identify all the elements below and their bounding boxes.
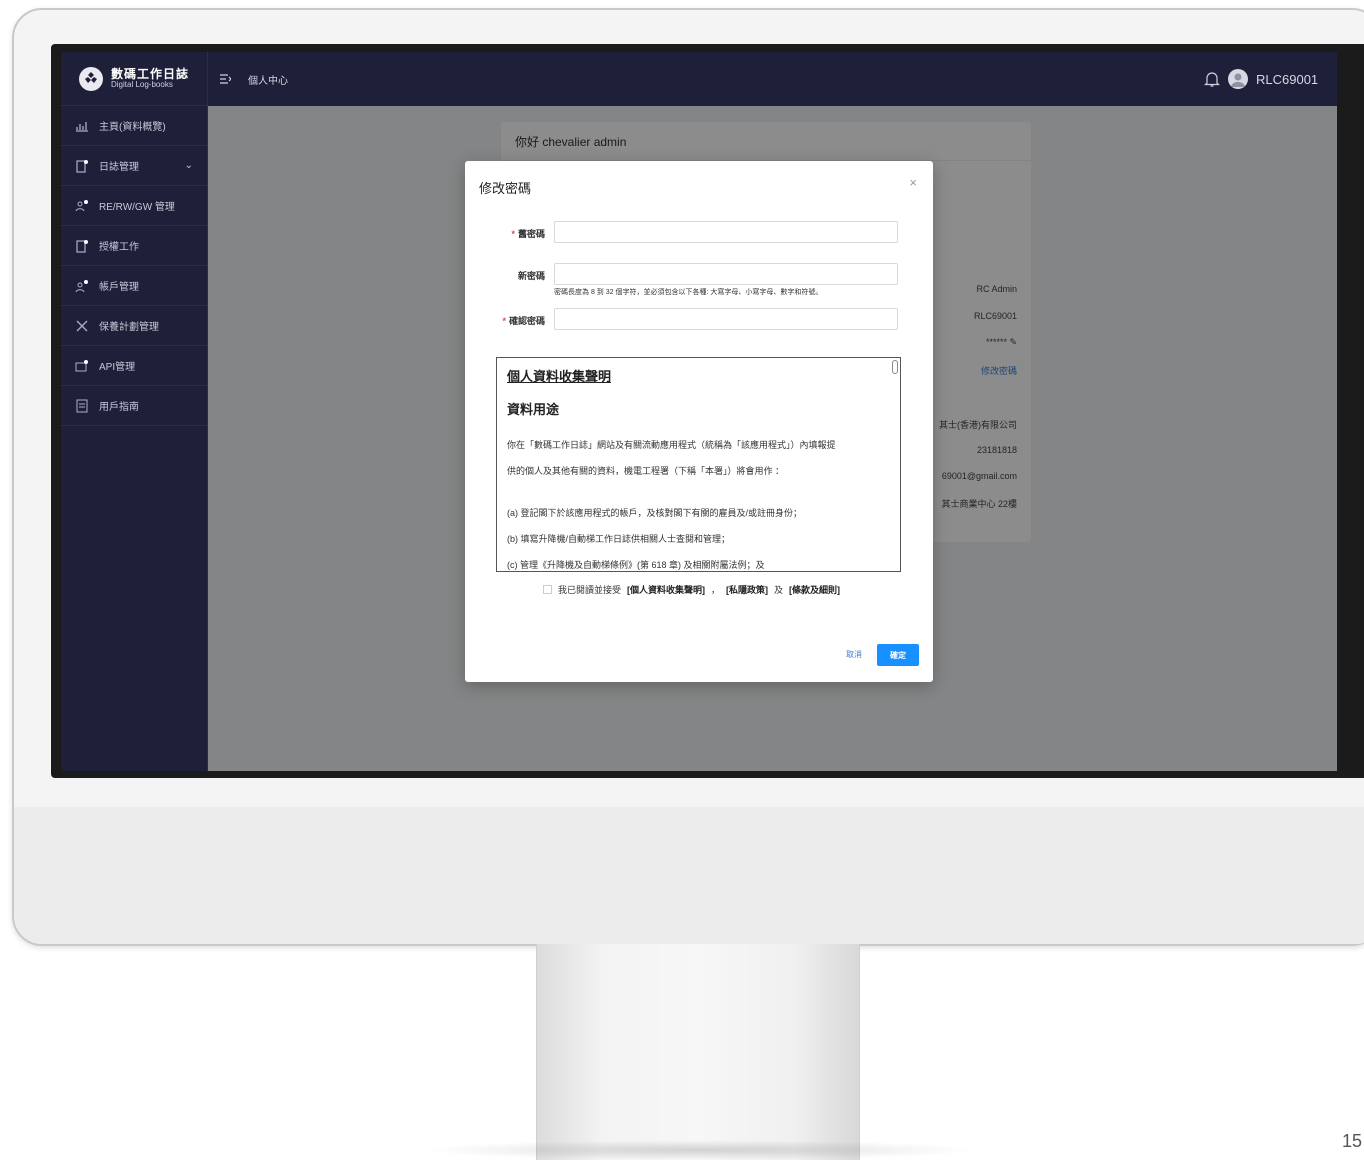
sidebar: 數碼工作日誌 Digital Log-books 主頁(資料概覽) 日誌管理 ⌄ RE…: [61, 52, 208, 771]
notice-scrollbar[interactable]: [892, 360, 898, 374]
old-password-input[interactable]: [554, 221, 898, 243]
sidebar-nav: 主頁(資料概覽) 日誌管理 ⌄ RE/RW/GW 管理 授權工作帳戶管理保養計劃管理 AP…: [61, 106, 207, 426]
avatar[interactable]: [1228, 69, 1248, 89]
dashboard-icon: [75, 119, 89, 133]
logbook-icon: [75, 159, 89, 173]
sidebar-item-label: 日誌管理: [99, 162, 139, 173]
sidebar-item-2[interactable]: RE/RW/GW 管理: [61, 186, 207, 226]
team-icon: [75, 199, 89, 213]
sidebar-item-label: 帳戶管理: [99, 282, 139, 293]
sidebar-item-1[interactable]: 日誌管理 ⌄: [61, 146, 207, 186]
stand-shadow: [420, 1140, 980, 1160]
new-password-label: 新密碼: [517, 271, 545, 281]
notice-item-c: (c) 管理《升降機及自動梯條例》(第 618 章) 及相關附屬法例；及: [507, 560, 765, 570]
logo-subtitle: Digital Log-books: [111, 79, 173, 89]
api-icon: [75, 359, 89, 373]
pics-link[interactable]: [個人資料收集聲明]: [627, 583, 705, 596]
logo[interactable]: 數碼工作日誌 Digital Log-books: [61, 52, 207, 106]
sidebar-item-0[interactable]: 主頁(資料概覽): [61, 106, 207, 146]
notice-heading: 個人資料收集聲明: [507, 369, 612, 384]
guide-icon: [75, 399, 89, 413]
confirm-button[interactable]: 確定: [877, 644, 919, 666]
notice-text: 供的個人及其他有關的資料，機電工程署（下稱「本署」）將會用作 ：: [507, 466, 785, 476]
old-password-label: * 舊密碼: [511, 229, 545, 239]
sidebar-item-label: 保養計劃管理: [99, 322, 159, 333]
privacy-policy-link[interactable]: [私隱政策]: [726, 583, 768, 596]
password-hint: 密碼長度為 8 到 32 個字符，並必須包含以下各種: 大寫字母、小寫字母、數字…: [554, 289, 823, 296]
confirm-password-input[interactable]: [554, 308, 898, 330]
notice-text: 你在「數碼工作日誌」網站及有關流動應用程式（統稱為「該應用程式」）內填報提: [507, 440, 836, 450]
menu-toggle-icon[interactable]: [219, 72, 232, 84]
sidebar-item-4[interactable]: 帳戶管理: [61, 266, 207, 306]
agree-text: 我已閱讀並接受: [558, 585, 622, 595]
username[interactable]: RLC69001: [1256, 72, 1318, 87]
cancel-button[interactable]: 取消: [846, 649, 862, 660]
logo-title: 數碼工作日誌: [111, 67, 190, 81]
monitor-chin: [14, 807, 1364, 944]
agree-row: 我已閱讀並接受 [個人資料收集聲明] ， [私隱政策] 及 [條款及細則]: [543, 583, 840, 596]
chevron-down-icon[interactable]: ⌄: [185, 160, 193, 171]
tools-icon: [75, 319, 89, 333]
sidebar-item-5[interactable]: 保養計劃管理: [61, 306, 207, 346]
sidebar-item-6[interactable]: API管理: [61, 346, 207, 386]
breadcrumb: 個人中心: [248, 76, 288, 87]
agree-checkbox[interactable]: [543, 585, 552, 594]
modal-title: 修改密碼: [479, 181, 532, 196]
screen: 你好 chevalier admin RC Admin RLC69001 ***…: [61, 52, 1337, 771]
notice-subheading: 資料用途: [507, 402, 560, 417]
account-icon: [75, 279, 89, 293]
notice-item-b: (b) 填寫升降機/自動梯工作日誌供相關人士查閱和管理；: [507, 534, 731, 544]
sidebar-item-label: RE/RW/GW 管理: [99, 202, 175, 213]
authorize-icon: [75, 239, 89, 253]
sidebar-item-3[interactable]: 授權工作: [61, 226, 207, 266]
sidebar-item-label: 主頁(資料概覽): [99, 122, 166, 133]
sidebar-item-label: 授權工作: [99, 242, 139, 253]
privacy-notice-box[interactable]: 個人資料收集聲明 資料用途 你在「數碼工作日誌」網站及有關流動應用程式（統稱為「…: [496, 357, 901, 572]
logo-icon: [79, 66, 103, 91]
sidebar-item-label: API管理: [99, 362, 136, 373]
terms-link[interactable]: [條款及細則]: [789, 583, 840, 596]
notice-item-a: (a) 登記閣下於該應用程式的帳戶，及核對閣下有關的雇員及/或註冊身份；: [507, 508, 803, 518]
close-icon[interactable]: ×: [909, 175, 917, 190]
new-password-input[interactable]: [554, 263, 898, 285]
monitor-stand: [536, 944, 860, 1160]
confirm-password-label: * 確認密碼: [502, 316, 545, 326]
page-number: 15: [1341, 1131, 1362, 1151]
sidebar-item-label: 用戶指南: [99, 402, 139, 413]
bell-icon[interactable]: [1204, 70, 1220, 88]
change-password-modal: 修改密碼 × * 舊密碼 新密碼 密碼長度為 8 到 32 個字符，並必須包含以下…: [465, 161, 933, 682]
sidebar-item-7[interactable]: 用戶指南: [61, 386, 207, 426]
